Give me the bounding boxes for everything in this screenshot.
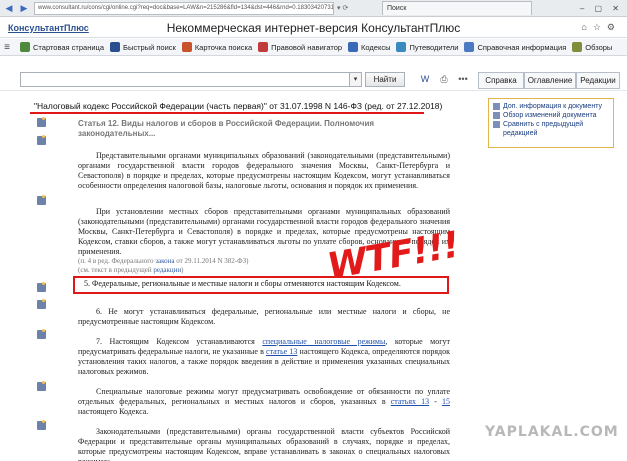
- article-13-link[interactable]: статье 13: [266, 347, 297, 356]
- help-button[interactable]: Справка: [478, 72, 524, 89]
- url-field[interactable]: www.consultant.ru/cons/cgi/online.cgi?re…: [34, 1, 334, 15]
- toolbar-item-reference[interactable]: Справочная информация: [464, 42, 566, 52]
- special-regimes-link[interactable]: специальные налоговые режимы: [262, 337, 385, 346]
- document-title: "Налоговый кодекс Российской Федерации (…: [34, 101, 443, 111]
- para8-text: -: [429, 397, 442, 406]
- find-button[interactable]: Найти: [365, 72, 405, 87]
- toolbar-item-reviews[interactable]: Обзоры: [572, 42, 612, 52]
- more-icon[interactable]: •••: [456, 73, 470, 86]
- forward-icon[interactable]: ▶: [18, 2, 30, 14]
- article-15-link[interactable]: 15: [442, 397, 450, 406]
- note-text: ): [181, 266, 184, 274]
- print-icon[interactable]: ⎙: [437, 73, 451, 86]
- reference-icon: [464, 42, 475, 52]
- reviews-icon: [572, 42, 583, 52]
- doc-info-link[interactable]: Доп. информация к документу: [493, 102, 609, 111]
- toolbar-item-codes[interactable]: Кодексы: [348, 42, 390, 52]
- para8-text: настоящего Кодекса.: [78, 407, 149, 416]
- toolbar-item-card[interactable]: Карточка поиска: [181, 42, 253, 52]
- navigator-icon: [258, 42, 269, 52]
- search-dropdown-icon[interactable]: ▾: [350, 72, 362, 87]
- review-icon: [493, 112, 500, 119]
- browser-address-bar: ◀ ▶ www.consultant.ru/cons/cgi/online.cg…: [0, 0, 627, 17]
- doc-info-label: Доп. информация к документу: [503, 103, 602, 110]
- main-toolbar: ≡ Стартовая страница Быстрый поиск Карточк…: [0, 39, 627, 56]
- law-link[interactable]: закона: [155, 257, 174, 265]
- browser-tab-title: Поиск: [387, 5, 407, 12]
- menu-icon[interactable]: ≡: [0, 42, 14, 53]
- info-icon: [493, 103, 500, 110]
- compare-icon: [493, 121, 500, 128]
- search-row: ▾ Найти W ⎙ ••• Справка Оглавление Редак…: [0, 57, 627, 91]
- document-info-panel: Доп. информация к документу Обзор измене…: [488, 98, 614, 148]
- paragraph-6: 6. Не могут устанавливаться федеральные,…: [78, 307, 450, 326]
- toolbar-item-label: Стартовая страница: [33, 42, 105, 52]
- editions-button[interactable]: Редакции: [576, 72, 620, 89]
- paragraph-municipal: Представительными органами муниципальных…: [78, 151, 450, 190]
- note-text: (см. текст в предыдущей: [78, 266, 154, 274]
- toolbar-item-label: Путеводители: [409, 42, 459, 52]
- paragraph-7: 7. Настоящим Кодексом устанавливаются сп…: [40, 337, 450, 377]
- settings-icon[interactable]: ⚙: [607, 22, 621, 32]
- contents-button[interactable]: Оглавление: [524, 72, 576, 89]
- favorite-icon[interactable]: ☆: [593, 22, 607, 32]
- home-window-icon[interactable]: ⌂: [581, 22, 592, 32]
- search-icon: [110, 42, 121, 52]
- previous-edition-link[interactable]: редакции: [153, 266, 181, 274]
- para7-text: 7. Настоящим Кодексом устанавливаются: [96, 337, 263, 346]
- note-text: (п. 4 в ред. Федерального: [78, 257, 156, 265]
- changes-review-link[interactable]: Обзор изменений документа: [493, 111, 609, 120]
- toolbar-item-home[interactable]: Стартовая страница: [20, 42, 104, 52]
- watermark: YAPLAKAL.COM: [485, 424, 619, 440]
- app-title: Некоммерческая интернет-версия Консульта…: [166, 21, 461, 35]
- app-header-icons: ⌂☆⚙: [581, 22, 621, 33]
- toolbar-item-label: Быстрый поиск: [123, 42, 176, 52]
- browser-tab[interactable]: Поиск: [382, 1, 532, 15]
- toolbar-item-label: Кодексы: [361, 42, 391, 52]
- back-icon[interactable]: ◀: [3, 2, 15, 14]
- toolbar-item-guides[interactable]: Путеводители: [396, 42, 458, 52]
- toolbar-item-label: Правовой навигатор: [271, 42, 343, 52]
- toolbar-item-label: Справочная информация: [477, 42, 567, 52]
- home-icon: [20, 42, 30, 52]
- note-text: от 29.11.2014 N 382-ФЗ): [174, 257, 249, 265]
- word-export-icon[interactable]: W: [418, 73, 432, 86]
- guides-icon: [396, 42, 407, 52]
- card-icon: [181, 42, 192, 52]
- toolbar-item-label: Обзоры: [585, 42, 613, 52]
- article-heading: Статья 12. Виды налогов и сборов в Росси…: [78, 119, 375, 138]
- app-header: КонсультантПлюс Некоммерческая интернет-…: [0, 18, 627, 38]
- paragraph-8: Специальные налоговые режимы могут преду…: [40, 387, 450, 417]
- toolbar-item-label: Карточка поиска: [194, 42, 253, 52]
- changes-review-label: Обзор изменений документа: [503, 112, 597, 119]
- search-input[interactable]: [20, 72, 350, 87]
- compare-edition-link[interactable]: Сравнить с предыдущей редакцией: [493, 120, 609, 138]
- articles-13-link[interactable]: статьях 13: [391, 397, 429, 406]
- compare-edition-label: Сравнить с предыдущей редакцией: [503, 121, 584, 137]
- codes-icon: [348, 42, 359, 52]
- url-actions-icon[interactable]: ▾ ⟳: [334, 2, 374, 15]
- paragraph-9: Законодательными (представительными) орг…: [78, 427, 450, 461]
- toolbar-item-navigator[interactable]: Правовой навигатор: [258, 42, 342, 52]
- toolbar-item-search[interactable]: Быстрый поиск: [110, 42, 176, 52]
- window-controls[interactable]: – ▢ ✕: [580, 4, 623, 13]
